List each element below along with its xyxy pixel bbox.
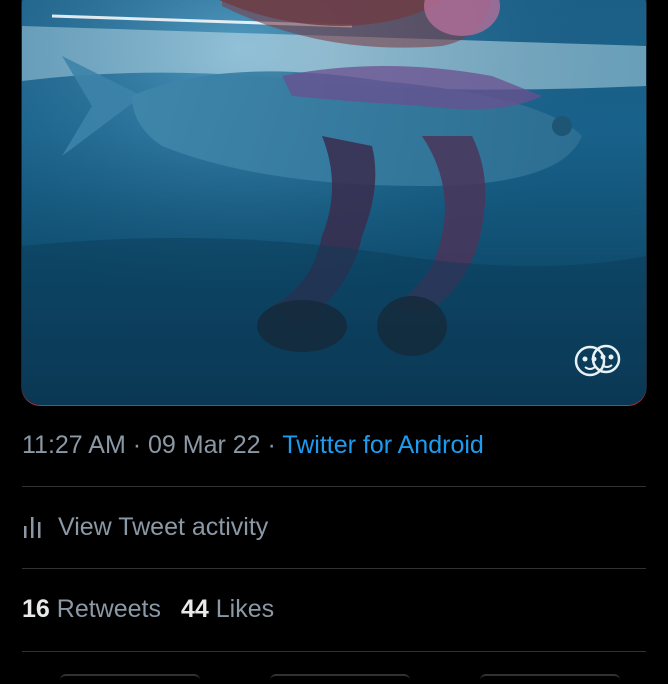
cartoon-faces-icon	[574, 344, 621, 377]
view-tweet-activity-label: View Tweet activity	[58, 512, 269, 541]
divider	[22, 568, 646, 569]
tweet-action-bar	[60, 674, 620, 684]
divider	[22, 486, 646, 487]
tweet-date[interactable]: 09 Mar 22	[148, 431, 261, 459]
retweets-stat[interactable]: 16 Retweets	[22, 595, 161, 623]
view-tweet-activity-button[interactable]: View Tweet activity	[22, 508, 268, 546]
retweets-label: Retweets	[56, 595, 161, 623]
likes-count: 44	[180, 595, 209, 623]
tweet-media-image[interactable]	[22, 0, 646, 405]
tweet-source-link[interactable]: Twitter for Android	[282, 431, 483, 459]
meta-separator: ·	[125, 431, 148, 459]
retweets-count: 16	[22, 595, 50, 623]
meta-separator: ·	[260, 431, 283, 459]
like-button[interactable]	[480, 674, 620, 682]
likes-stat[interactable]: 44 Likes	[181, 595, 274, 623]
bar-chart-icon	[24, 517, 41, 538]
tweet-stats-row: 16 Retweets 44 Likes	[22, 592, 294, 626]
reply-button[interactable]	[60, 674, 200, 682]
tweet-timestamp-row: 11:27 AM · 09 Mar 22 · Twitter for Andro…	[22, 428, 484, 462]
tweet-time[interactable]: 11:27 AM	[22, 431, 126, 459]
underwater-illustration	[22, 0, 646, 405]
retweet-button[interactable]	[270, 674, 410, 682]
divider	[22, 651, 646, 652]
likes-label: Likes	[215, 595, 275, 623]
